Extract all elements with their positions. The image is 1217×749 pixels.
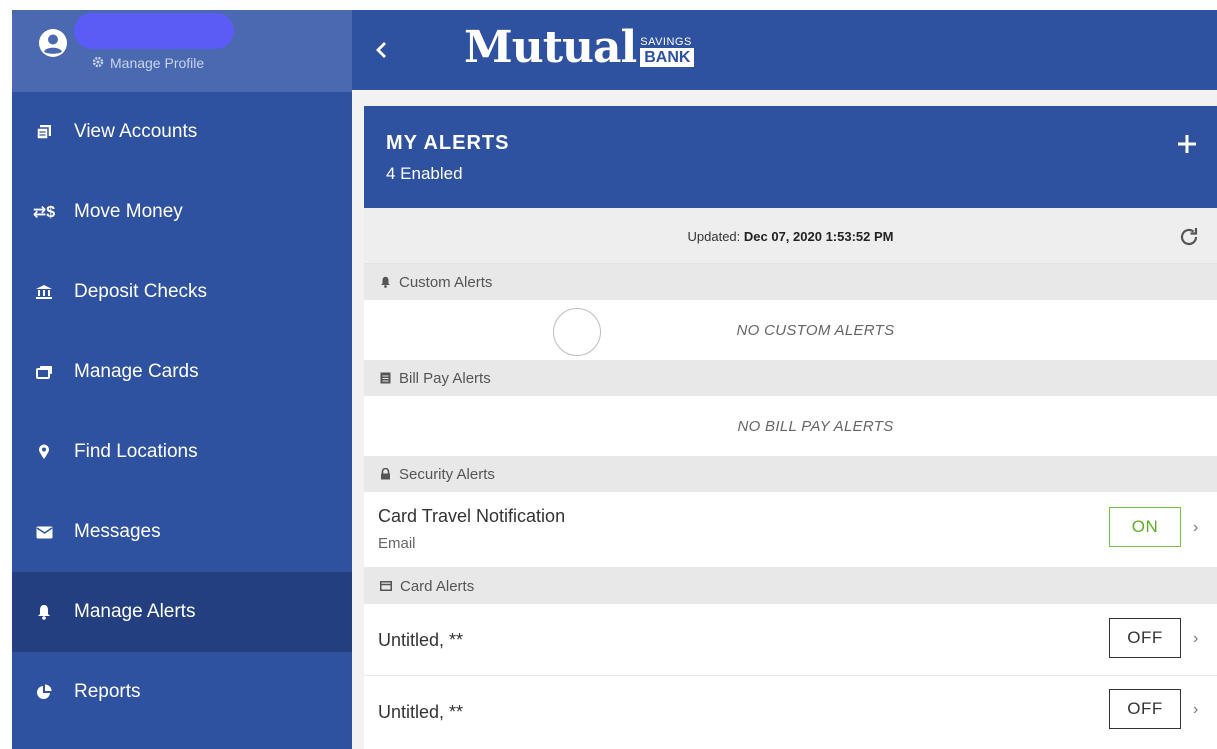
chevron-right-icon[interactable]: › — [1193, 701, 1203, 718]
sidebar-item-label: Reports — [74, 681, 141, 702]
sidebar-item-deposit-checks[interactable]: Deposit Checks — [12, 252, 352, 332]
section-custom-alerts: Custom Alerts — [364, 264, 1217, 300]
section-card-alerts: Card Alerts — [364, 568, 1217, 604]
accounts-icon — [12, 124, 74, 140]
page-title: MY ALERTS — [386, 132, 510, 154]
sidebar-item-messages[interactable]: Messages — [12, 492, 352, 572]
chevron-right-icon[interactable]: › — [1193, 519, 1203, 536]
lock-icon — [381, 468, 390, 480]
transfer-icon: ⇄$ — [32, 204, 56, 221]
updated-value: Dec 07, 2020 1:53:52 PM — [743, 229, 894, 244]
logo-subtitle: SAVINGS BANK — [640, 36, 695, 67]
empty-message: NO BILL PAY ALERTS — [737, 417, 894, 435]
section-title: Custom Alerts — [399, 273, 493, 291]
sidebar-item-label: View Accounts — [74, 121, 198, 142]
sidebar: Manage Profile View Accounts ⇄$ Move Mon… — [12, 10, 352, 749]
section-title: Card Alerts — [400, 577, 475, 595]
updated-timestamp: Updated: Dec 07, 2020 1:53:52 PM — [364, 229, 1217, 244]
empty-bill-pay-alerts: NO BILL PAY ALERTS — [364, 396, 1217, 456]
logo-bank: BANK — [640, 48, 695, 67]
sidebar-item-label: Manage Alerts — [74, 601, 196, 622]
cards-icon — [12, 365, 74, 379]
alerts-header: MY ALERTS 4 Enabled — [364, 106, 1217, 208]
alert-toggle-on[interactable]: ON — [1109, 507, 1181, 547]
alerts-panel: MY ALERTS 4 Enabled Updated: Dec 07, 202… — [364, 106, 1217, 749]
logo-word: Mutual — [464, 22, 637, 73]
manage-profile-label: Manage Profile — [110, 55, 205, 71]
redacted-user-name — [74, 13, 234, 49]
alert-name: Untitled, ** — [378, 630, 464, 650]
alert-name: Card Travel Notification — [378, 506, 566, 526]
sidebar-item-find-locations[interactable]: Find Locations — [12, 412, 352, 492]
alert-delivery: Email — [378, 535, 416, 552]
section-title: Security Alerts — [399, 465, 495, 483]
location-pin-icon — [12, 444, 74, 460]
sidebar-item-label: Messages — [74, 521, 161, 542]
alert-row-card-2[interactable]: Untitled, ** OFF › — [364, 676, 1217, 748]
alert-toggle-off[interactable]: OFF — [1109, 689, 1181, 729]
alert-toggle-off[interactable]: OFF — [1109, 618, 1181, 658]
sidebar-item-label: Deposit Checks — [74, 281, 208, 302]
profile-area[interactable]: Manage Profile — [12, 10, 352, 92]
bell-icon — [12, 604, 74, 620]
alert-row-card-travel[interactable]: Card Travel Notification Email ON › — [364, 492, 1217, 568]
sidebar-item-manage-cards[interactable]: Manage Cards — [12, 332, 352, 412]
sidebar-item-reports[interactable]: Reports — [12, 652, 352, 732]
bank-icon — [12, 284, 74, 300]
sidebar-item-move-money[interactable]: ⇄$ Move Money — [12, 172, 352, 252]
empty-message: NO CUSTOM ALERTS — [736, 321, 895, 339]
add-alert-icon[interactable] — [1175, 132, 1199, 156]
empty-custom-alerts: NO CUSTOM ALERTS — [364, 300, 1217, 360]
sidebar-item-view-accounts[interactable]: View Accounts — [12, 92, 352, 172]
sidebar-item-manage-alerts[interactable]: Manage Alerts — [12, 572, 352, 652]
user-avatar-icon[interactable] — [38, 28, 68, 58]
envelope-icon — [12, 526, 74, 539]
sidebar-item-label: Find Locations — [74, 441, 198, 462]
manage-profile-link[interactable]: Manage Profile — [92, 55, 204, 71]
loading-circle — [553, 308, 601, 356]
bill-icon — [380, 372, 391, 384]
section-bill-pay-alerts: Bill Pay Alerts — [364, 360, 1217, 396]
enabled-count: 4 Enabled — [386, 164, 463, 183]
bell-icon — [381, 276, 390, 288]
gear-icon — [92, 55, 104, 71]
alert-row-card-1[interactable]: Untitled, ** OFF › — [364, 604, 1217, 676]
top-header: Mutual SAVINGS BANK — [352, 10, 1217, 90]
sidebar-item-label: Manage Cards — [74, 361, 199, 382]
updated-bar: Updated: Dec 07, 2020 1:53:52 PM — [364, 208, 1217, 264]
chevron-left-icon[interactable] — [370, 38, 394, 62]
logo-savings: SAVINGS — [640, 36, 692, 48]
section-security-alerts: Security Alerts — [364, 456, 1217, 492]
pie-chart-icon — [12, 684, 74, 700]
section-title: Bill Pay Alerts — [399, 369, 491, 387]
updated-label: Updated: — [687, 229, 741, 244]
alert-name: Untitled, ** — [378, 702, 464, 722]
chevron-right-icon[interactable]: › — [1193, 630, 1203, 647]
refresh-icon[interactable] — [1177, 225, 1201, 249]
bank-logo: Mutual SAVINGS BANK — [464, 22, 695, 73]
sidebar-item-label: Move Money — [74, 201, 183, 222]
card-icon — [380, 581, 392, 591]
